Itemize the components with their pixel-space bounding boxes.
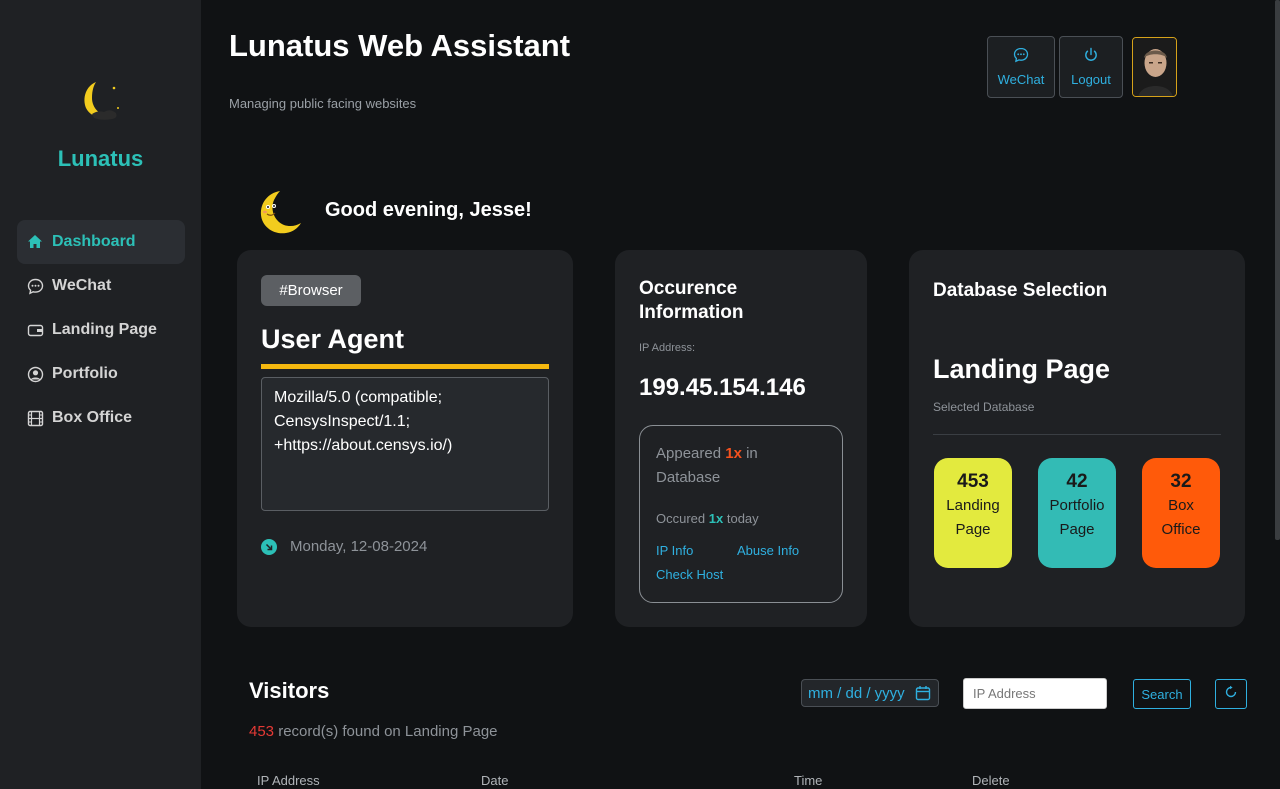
stat-count: 32 <box>1170 471 1192 492</box>
appeared-count: 1x <box>725 445 742 462</box>
home-icon <box>26 233 44 251</box>
stat-count: 453 <box>957 471 989 492</box>
abuse-info-link[interactable]: Abuse Info <box>737 543 799 558</box>
chat-icon <box>26 277 44 295</box>
appeared-text: Appeared 1x in Database <box>656 442 816 490</box>
arrow-circle-icon <box>261 538 277 555</box>
ip-label: IP Address: <box>639 342 696 354</box>
check-host-link[interactable]: Check Host <box>656 567 723 582</box>
page-title: Lunatus Web Assistant <box>229 28 571 63</box>
records-count: 453 record(s) found on Landing Page <box>249 723 498 740</box>
page-subtitle: Managing public facing websites <box>229 96 417 111</box>
wechat-button[interactable]: WeChat <box>987 36 1055 98</box>
occurrence-box: Appeared 1x in Database Occured 1x today… <box>639 425 843 603</box>
occured-text: Occured 1x today <box>656 511 759 526</box>
film-icon <box>26 409 44 427</box>
column-header-ip: IP Address <box>257 773 320 788</box>
user-agent-card: #Browser User Agent Mozilla/5.0 (compati… <box>237 250 573 627</box>
records-suffix: record(s) found on Landing Page <box>274 723 498 740</box>
occurrence-title: Occurence Information <box>639 278 744 323</box>
visitors-title: Visitors <box>249 678 330 703</box>
browser-tag: #Browser <box>261 275 361 306</box>
logout-button-label: Logout <box>1071 72 1111 87</box>
occurrence-card: Occurence Information IP Address: 199.45… <box>615 250 867 627</box>
ip-search-input[interactable] <box>963 678 1107 709</box>
sidebar-item-portfolio[interactable]: Portfolio <box>17 352 185 396</box>
sidebar-item-label: Box Office <box>52 409 133 426</box>
moon-face-icon <box>258 189 302 235</box>
ip-value: 199.45.154.146 <box>639 374 806 401</box>
occured-count: 1x <box>708 511 724 526</box>
sidebar-item-label: WeChat <box>52 277 112 294</box>
column-header-time: Time <box>794 773 823 788</box>
avatar[interactable] <box>1132 37 1177 97</box>
column-header-date: Date <box>481 773 509 788</box>
selected-database-label: Selected Database <box>933 400 1035 414</box>
sidebar-item-label: Landing Page <box>52 321 157 338</box>
wechat-button-label: WeChat <box>997 72 1045 87</box>
power-icon <box>1083 47 1099 66</box>
stat-landing-page[interactable]: 453 Landing Page <box>934 458 1012 568</box>
sidebar-item-dashboard[interactable]: Dashboard <box>17 220 185 264</box>
stat-label: Box <box>1168 497 1194 514</box>
database-title: Database Selection <box>933 280 1108 301</box>
date-placeholder: mm / dd / yyyy <box>808 684 905 702</box>
visit-date-text: Monday, 12-08-2024 <box>290 538 428 555</box>
sidebar-item-wechat[interactable]: WeChat <box>17 264 185 308</box>
date-filter-input[interactable]: mm / dd / yyyy <box>801 679 939 707</box>
greeting: Good evening, Jesse! <box>325 199 532 221</box>
divider <box>933 434 1221 435</box>
column-header-delete: Delete <box>972 773 1010 788</box>
brand-name: Lunatus <box>57 146 144 171</box>
stat-label: Page <box>1059 521 1095 538</box>
stat-portfolio-page[interactable]: 42 Portfolio Page <box>1038 458 1116 568</box>
stat-label: Office <box>1161 521 1201 538</box>
wallet-icon <box>26 321 44 339</box>
stat-label: Page <box>955 521 991 538</box>
refresh-button[interactable] <box>1215 679 1247 709</box>
refresh-icon <box>1224 685 1238 704</box>
title-underline <box>261 364 549 369</box>
stat-label: Landing <box>946 497 1000 514</box>
database-card: Database Selection Landing Page Selected… <box>909 250 1245 627</box>
sidebar-nav: Dashboard WeChat Landing Page Portfolio … <box>17 220 185 440</box>
user-agent-value: Mozilla/5.0 (compatible; CensysInspect/1… <box>261 377 549 511</box>
visit-date: Monday, 12-08-2024 <box>261 538 427 555</box>
occured-prefix: Occured <box>656 511 706 526</box>
logout-button[interactable]: Logout <box>1059 36 1123 98</box>
user-circle-icon <box>26 365 44 383</box>
appeared-prefix: Appeared <box>656 445 722 462</box>
sidebar: Lunatus Dashboard WeChat Landing Page Po… <box>0 0 201 789</box>
sidebar-item-landing-page[interactable]: Landing Page <box>17 308 185 352</box>
moon-logo-icon <box>78 78 124 124</box>
stat-box-office[interactable]: 32 Box Office <box>1142 458 1220 568</box>
records-number: 453 <box>249 723 275 740</box>
stat-label: Portfolio <box>1049 497 1105 514</box>
sidebar-item-label: Portfolio <box>52 365 118 382</box>
ip-info-link[interactable]: IP Info <box>656 543 693 558</box>
sidebar-item-label: Dashboard <box>52 233 136 250</box>
sidebar-item-box-office[interactable]: Box Office <box>17 396 185 440</box>
scrollbar[interactable] <box>1275 0 1280 540</box>
chat-icon <box>1013 47 1029 66</box>
selected-database: Landing Page <box>933 354 1111 384</box>
user-agent-title: User Agent <box>261 324 405 354</box>
search-button[interactable]: Search <box>1133 679 1191 709</box>
calendar-icon[interactable] <box>915 685 931 705</box>
occured-suffix: today <box>726 511 759 526</box>
stat-count: 42 <box>1066 471 1088 492</box>
